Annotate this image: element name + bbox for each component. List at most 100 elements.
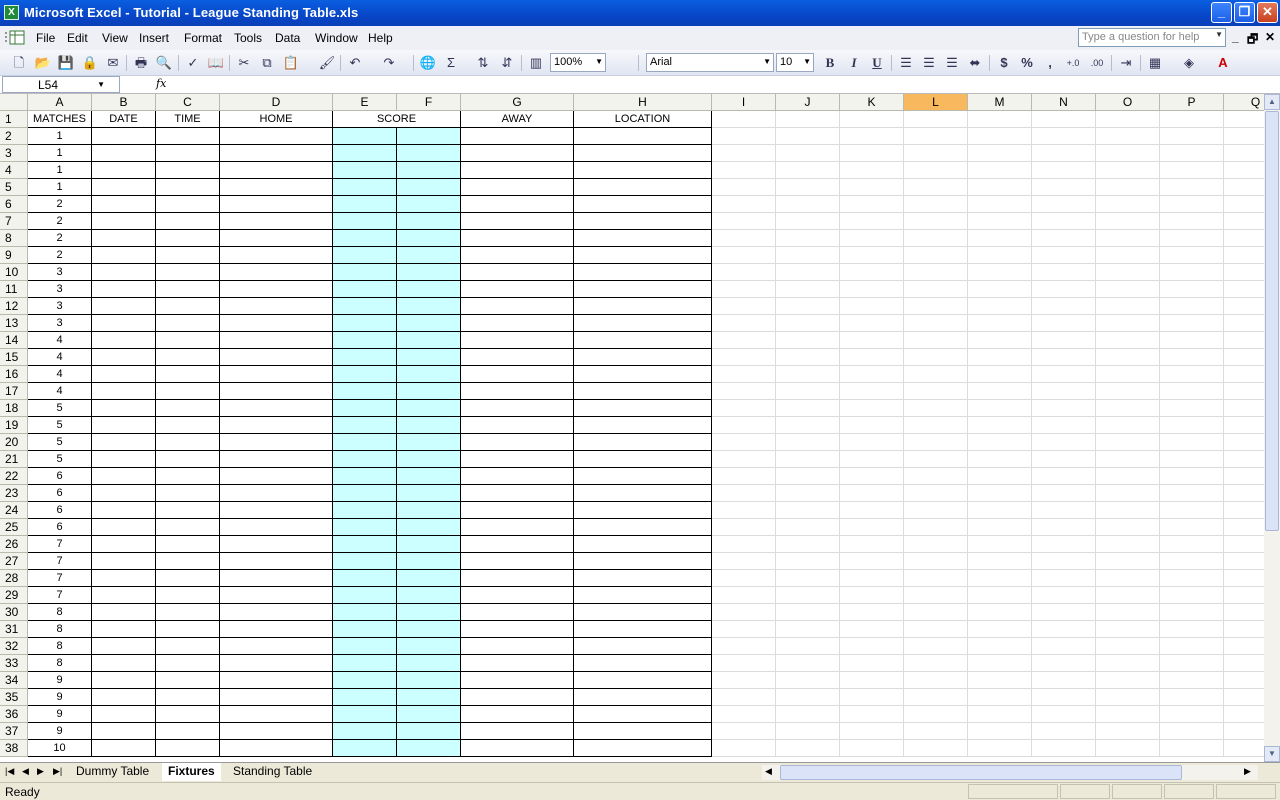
cell[interactable] bbox=[1096, 587, 1160, 604]
cell[interactable] bbox=[1224, 400, 1264, 417]
cell[interactable] bbox=[712, 281, 776, 298]
cell[interactable] bbox=[333, 723, 397, 740]
cell[interactable] bbox=[333, 587, 397, 604]
cell[interactable] bbox=[574, 689, 712, 706]
cell[interactable] bbox=[712, 468, 776, 485]
cell[interactable] bbox=[397, 434, 461, 451]
paste-icon[interactable]: 📋 bbox=[282, 54, 300, 72]
scroll-right-icon[interactable]: ▶ bbox=[1244, 766, 1251, 777]
cell[interactable] bbox=[397, 349, 461, 366]
cell[interactable] bbox=[156, 281, 220, 298]
match-number-cell[interactable]: 2 bbox=[28, 230, 92, 247]
match-number-cell[interactable]: 5 bbox=[28, 434, 92, 451]
cell[interactable] bbox=[968, 264, 1032, 281]
row-header[interactable]: 7 bbox=[0, 213, 28, 230]
cell[interactable] bbox=[712, 179, 776, 196]
italic-button[interactable]: I bbox=[845, 54, 863, 72]
cell[interactable] bbox=[1160, 162, 1224, 179]
column-header[interactable]: O bbox=[1096, 94, 1160, 111]
cell[interactable] bbox=[333, 672, 397, 689]
cell[interactable] bbox=[397, 740, 461, 757]
cell[interactable] bbox=[1160, 128, 1224, 145]
cell[interactable] bbox=[1032, 247, 1096, 264]
cell[interactable] bbox=[1160, 332, 1224, 349]
cell[interactable] bbox=[840, 434, 904, 451]
row-header[interactable]: 25 bbox=[0, 519, 28, 536]
cell[interactable] bbox=[397, 315, 461, 332]
cell[interactable] bbox=[461, 349, 574, 366]
cell[interactable] bbox=[968, 230, 1032, 247]
restore-button[interactable]: ❐ bbox=[1234, 2, 1255, 23]
comma-button[interactable]: , bbox=[1041, 54, 1059, 72]
cell[interactable] bbox=[1224, 485, 1264, 502]
cell[interactable] bbox=[904, 621, 968, 638]
cell[interactable] bbox=[904, 366, 968, 383]
cell[interactable] bbox=[968, 298, 1032, 315]
cell[interactable] bbox=[1032, 315, 1096, 332]
row-header[interactable]: 28 bbox=[0, 570, 28, 587]
cell[interactable] bbox=[904, 332, 968, 349]
cell[interactable] bbox=[156, 604, 220, 621]
cell[interactable] bbox=[776, 145, 840, 162]
cell[interactable] bbox=[776, 315, 840, 332]
cell[interactable] bbox=[1032, 468, 1096, 485]
cell[interactable] bbox=[968, 570, 1032, 587]
cell[interactable] bbox=[1224, 128, 1264, 145]
row-header[interactable]: 12 bbox=[0, 298, 28, 315]
close-button[interactable]: ✕ bbox=[1257, 2, 1278, 23]
menu-file[interactable]: File bbox=[36, 31, 55, 45]
cell[interactable] bbox=[92, 213, 156, 230]
cell[interactable] bbox=[156, 723, 220, 740]
row-header[interactable]: 4 bbox=[0, 162, 28, 179]
header-matches[interactable]: MATCHES bbox=[28, 111, 92, 128]
cell[interactable] bbox=[840, 315, 904, 332]
cell[interactable] bbox=[1096, 434, 1160, 451]
cell[interactable] bbox=[461, 332, 574, 349]
cell[interactable] bbox=[712, 349, 776, 366]
cell[interactable] bbox=[220, 417, 333, 434]
cell[interactable] bbox=[574, 672, 712, 689]
cell[interactable] bbox=[461, 451, 574, 468]
cell[interactable] bbox=[1224, 230, 1264, 247]
cell[interactable] bbox=[1032, 162, 1096, 179]
column-header[interactable]: K bbox=[840, 94, 904, 111]
cell[interactable] bbox=[574, 298, 712, 315]
cell[interactable] bbox=[1032, 638, 1096, 655]
cell[interactable] bbox=[574, 604, 712, 621]
row-header[interactable]: 24 bbox=[0, 502, 28, 519]
cell[interactable] bbox=[968, 451, 1032, 468]
cell[interactable] bbox=[333, 638, 397, 655]
cell[interactable] bbox=[1096, 281, 1160, 298]
cell[interactable] bbox=[574, 536, 712, 553]
cell[interactable] bbox=[968, 417, 1032, 434]
match-number-cell[interactable]: 1 bbox=[28, 179, 92, 196]
cell[interactable] bbox=[712, 587, 776, 604]
cell[interactable] bbox=[397, 485, 461, 502]
cell[interactable] bbox=[1160, 434, 1224, 451]
cell[interactable] bbox=[220, 604, 333, 621]
cell[interactable] bbox=[840, 349, 904, 366]
cell[interactable] bbox=[968, 349, 1032, 366]
row-header[interactable]: 34 bbox=[0, 672, 28, 689]
cell[interactable] bbox=[776, 553, 840, 570]
cell[interactable] bbox=[397, 264, 461, 281]
cell[interactable] bbox=[156, 740, 220, 757]
increase-decimal-icon[interactable]: +.0 bbox=[1064, 54, 1082, 72]
cell[interactable] bbox=[92, 162, 156, 179]
cell[interactable] bbox=[968, 604, 1032, 621]
spelling-icon[interactable]: ✓ bbox=[184, 54, 202, 72]
cell[interactable] bbox=[776, 655, 840, 672]
cell[interactable] bbox=[156, 417, 220, 434]
cell[interactable] bbox=[1224, 689, 1264, 706]
cell[interactable] bbox=[904, 281, 968, 298]
header-time[interactable]: TIME bbox=[156, 111, 220, 128]
cell[interactable] bbox=[574, 400, 712, 417]
cell[interactable] bbox=[968, 485, 1032, 502]
cell[interactable] bbox=[1096, 740, 1160, 757]
cell[interactable] bbox=[574, 485, 712, 502]
cell[interactable] bbox=[574, 315, 712, 332]
cell[interactable] bbox=[904, 400, 968, 417]
scroll-left-icon[interactable]: ◀ bbox=[765, 766, 772, 777]
cell[interactable] bbox=[1160, 502, 1224, 519]
cell[interactable] bbox=[333, 570, 397, 587]
